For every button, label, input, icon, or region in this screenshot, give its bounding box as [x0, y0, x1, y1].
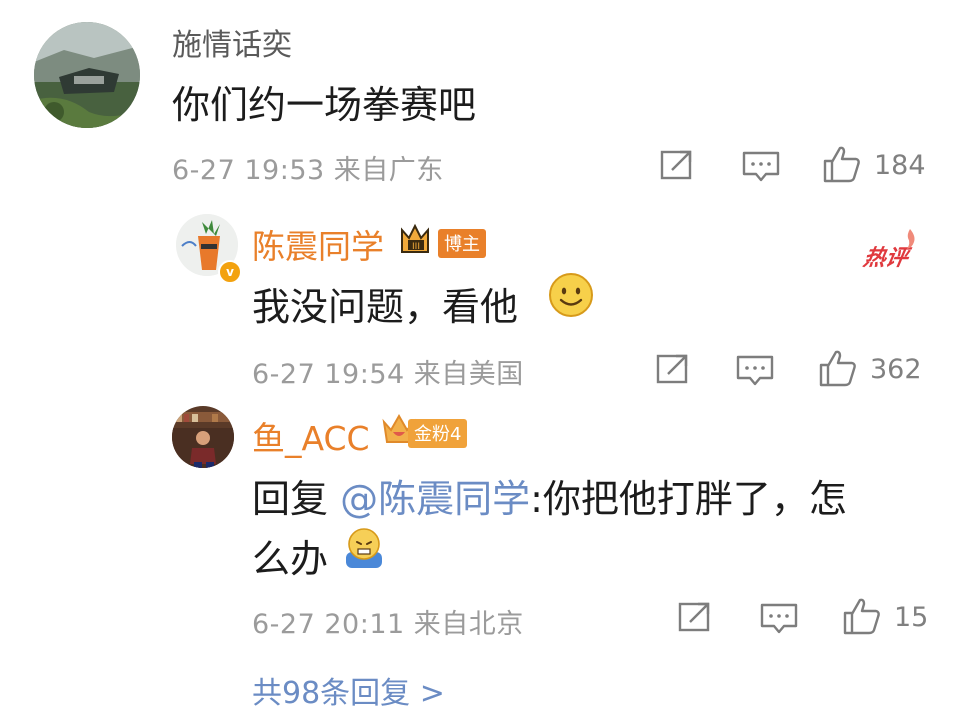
more-replies-link[interactable]: 共98条回复 > [252, 668, 445, 712]
comment-meta: 6-27 19:53 来自广东 [172, 155, 444, 186]
landscape-avatar-image [34, 22, 140, 128]
comment-text: 回复 @陈震同学:你把他打胖了，怎 [252, 468, 847, 523]
sad-emoji-icon [346, 528, 382, 568]
like-icon[interactable] [822, 144, 862, 184]
comment-icon[interactable] [736, 354, 774, 388]
comment-text-line2: 么办 [252, 537, 329, 581]
username[interactable]: 鱼_ACC [252, 412, 370, 460]
share-icon[interactable] [660, 148, 696, 182]
like-count: 15 [894, 602, 929, 633]
comment-icon[interactable] [760, 602, 798, 636]
bookshelf-avatar-image [172, 406, 234, 468]
like-icon[interactable] [842, 596, 882, 636]
blogger-badge: 博主 [438, 229, 486, 258]
username[interactable]: 施情话奕 [172, 20, 292, 64]
share-icon[interactable] [656, 352, 692, 386]
like-count: 184 [874, 150, 926, 181]
svg-text:III: III [412, 242, 420, 252]
hot-flame-icon [907, 229, 915, 249]
user-avatar[interactable] [172, 406, 234, 468]
share-icon[interactable] [678, 600, 714, 634]
like-icon[interactable] [818, 348, 858, 388]
comment-meta: 6-27 20:11 来自北京 [252, 609, 524, 640]
comment-text-line1: :你把他打胖了，怎 [530, 477, 847, 521]
fan-badge: 金粉4 [408, 419, 468, 448]
verified-badge: v [218, 260, 242, 284]
username[interactable]: 陈震同学 [252, 220, 384, 268]
smile-emoji-icon [549, 273, 593, 317]
mention-link[interactable]: @陈震同学 [340, 477, 530, 521]
like-count: 362 [870, 354, 922, 385]
comment-icon[interactable] [742, 150, 780, 184]
user-avatar[interactable] [34, 22, 140, 128]
reply-prefix: 回复 [252, 477, 341, 521]
comment-text: 我没问题，看他 [252, 285, 519, 329]
crown-icon: III [401, 223, 429, 253]
comment-meta: 6-27 19:54 来自美国 [252, 359, 524, 390]
comment-text: 你们约一场拳赛吧 [172, 83, 477, 127]
